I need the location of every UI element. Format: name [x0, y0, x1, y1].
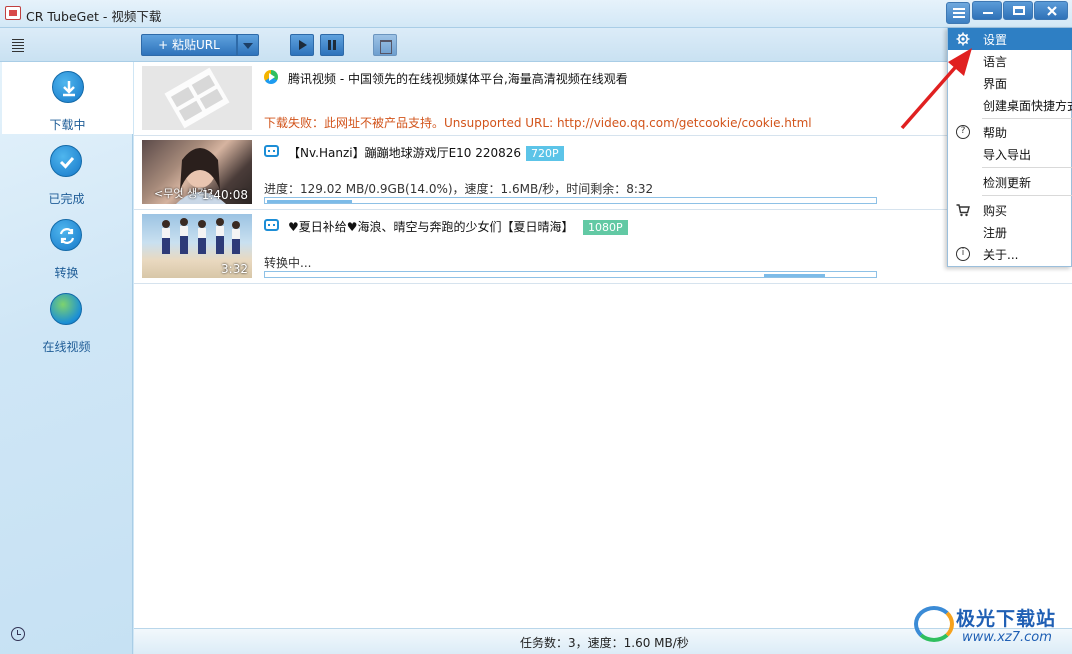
paste-url-button[interactable]: + 粘贴URL	[141, 34, 237, 56]
cart-icon	[956, 204, 970, 217]
watermark-brand: 极光下载站	[956, 608, 1057, 630]
sidebar-item-label: 转换	[54, 266, 79, 280]
progress-bar	[264, 197, 877, 204]
trash-icon[interactable]	[373, 34, 397, 56]
list-item[interactable]: 3:32 ♥夏日补给♥海浪、晴空与奔跑的少女们【夏日晴海】 1080P 转换中.…	[134, 210, 1072, 284]
bilibili-icon	[264, 219, 279, 231]
menu-item-label: 注册	[983, 226, 1008, 240]
red-arrow-annotation	[900, 48, 972, 130]
menu-item-label: 检测更新	[983, 176, 1032, 190]
title-bar: CR TubeGet - 视频下载	[0, 0, 1072, 28]
status-summary: 任务数：3，速度：1.60 MB/秒	[520, 636, 689, 650]
list-item[interactable]: <무엇 생각? 1:40:08 【Nv.Hanzi】蹦蹦地球游戏厅E10 220…	[134, 136, 1072, 210]
minimize-button[interactable]	[972, 1, 1002, 20]
download-title: 【Nv.Hanzi】蹦蹦地球游戏厅E10 220826	[288, 146, 522, 160]
sidebar-item-label: 已完成	[48, 192, 85, 206]
paste-dropdown-button[interactable]	[237, 34, 259, 56]
menu-item-buy[interactable]: 购买	[948, 199, 1072, 221]
video-duration: 1:40:08	[201, 188, 248, 202]
progress-bar	[264, 271, 877, 278]
menu-item-label: 语言	[983, 55, 1008, 69]
menu-item-register[interactable]: 注册	[948, 221, 1072, 243]
check-icon	[50, 145, 82, 177]
menu-item-label: 帮助	[983, 126, 1008, 140]
sidebar-item-label: 在线视频	[42, 340, 91, 354]
play-icon[interactable]	[290, 34, 314, 56]
menu-icon[interactable]	[946, 2, 970, 24]
tencent-video-icon	[264, 70, 278, 84]
sidebar-item-label: 下载中	[49, 118, 86, 132]
download-icon	[52, 71, 84, 103]
video-thumbnail: 3:32	[142, 214, 252, 278]
download-status: 下载失败：此网址不被产品支持。Unsupported URL: http://v…	[264, 116, 812, 130]
menu-item-label: 设置	[983, 33, 1008, 47]
globe-icon	[50, 293, 82, 325]
download-status: 转换中...	[264, 256, 312, 270]
quality-badge: 720P	[526, 146, 564, 161]
pause-icon[interactable]	[320, 34, 344, 56]
sidebar: 下载中 已完成 转换 在线视频	[0, 62, 133, 654]
info-icon: i	[956, 247, 970, 261]
download-title: 腾讯视频 - 中国领先的在线视频媒体平台,海量高清视频在线观看	[288, 72, 628, 86]
download-status: 进度：129.02 MB/0.9GB(14.0%)，速度：1.6MB/秒，时间剩…	[264, 182, 654, 196]
menu-item-about[interactable]: i 关于...	[948, 243, 1072, 265]
menu-item-import-export[interactable]: 导入导出	[948, 143, 1072, 165]
sidebar-item-downloading[interactable]: 下载中	[2, 62, 133, 134]
bilibili-icon	[264, 145, 279, 157]
menu-item-check-update[interactable]: 检测更新	[948, 171, 1072, 193]
sidebar-item-online-video[interactable]: 在线视频	[0, 284, 133, 356]
schedule-clock-icon[interactable]	[11, 627, 25, 641]
close-button[interactable]	[1034, 1, 1068, 20]
menu-item-label: 界面	[983, 77, 1008, 91]
menu-divider	[982, 195, 1072, 196]
watermark-url: www.xz7.com	[962, 630, 1052, 645]
maximize-button[interactable]	[1003, 1, 1033, 20]
download-list: 腾讯视频 - 中国领先的在线视频媒体平台,海量高清视频在线观看 下载失败：此网址…	[134, 62, 1072, 628]
video-thumbnail	[142, 66, 252, 130]
sidebar-item-convert[interactable]: 转换	[0, 210, 133, 282]
watermark: 极光下载站 www.xz7.com	[912, 602, 1072, 650]
download-title: ♥夏日补给♥海浪、晴空与奔跑的少女们【夏日晴海】	[288, 220, 574, 234]
list-view-icon[interactable]	[12, 39, 24, 52]
watermark-logo	[914, 606, 954, 642]
menu-divider	[982, 118, 1072, 119]
app-logo-icon	[5, 6, 21, 20]
menu-item-label: 购买	[983, 204, 1008, 218]
quality-badge: 1080P	[583, 220, 628, 235]
progress-fill	[267, 200, 352, 203]
video-thumbnail: <무엇 생각? 1:40:08	[142, 140, 252, 204]
menu-divider	[982, 167, 1072, 168]
window-title: CR TubeGet - 视频下载	[26, 9, 162, 24]
video-duration: 3:32	[221, 262, 248, 276]
menu-item-label: 关于...	[983, 248, 1019, 262]
sidebar-item-completed[interactable]: 已完成	[0, 136, 133, 208]
progress-fill	[764, 274, 825, 277]
menu-item-label: 导入导出	[983, 148, 1032, 162]
convert-icon	[50, 219, 82, 251]
menu-item-label: 创建桌面快捷方式	[983, 99, 1072, 113]
